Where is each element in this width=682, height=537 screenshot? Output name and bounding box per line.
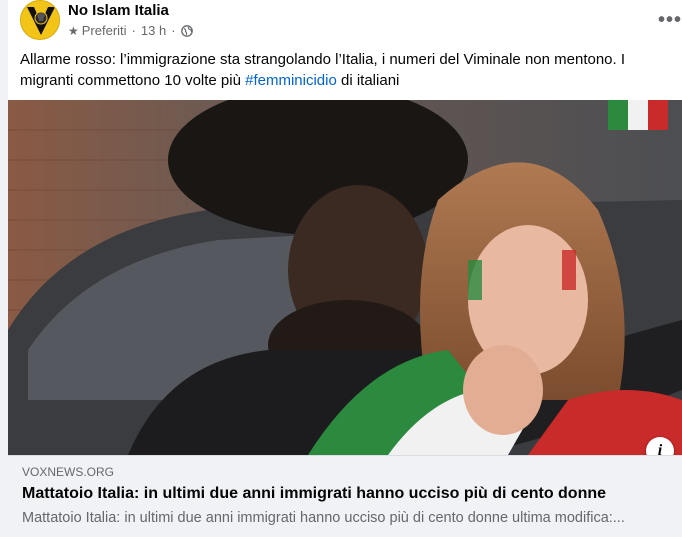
post-meta: ★ Preferiti · 13 h · [68, 23, 193, 38]
meta-separator: · [131, 23, 136, 38]
star-icon: ★ [68, 23, 79, 38]
post-time[interactable]: 13 h [141, 23, 166, 38]
link-preview[interactable]: VOXNEWS.ORG Mattatoio Italia: in ultimi … [8, 455, 682, 537]
more-options-button[interactable]: ••• [656, 6, 682, 34]
post-text: Allarme rosso: l’immigrazione sta strang… [20, 49, 670, 91]
post-header: No Islam Italia ★ Preferiti · 13 h · ••• [20, 0, 681, 44]
page-name[interactable]: No Islam Italia [68, 2, 169, 19]
link-domain: VOXNEWS.ORG [22, 465, 115, 479]
link-headline[interactable]: Mattatoio Italia: in ultimi due anni imm… [22, 485, 606, 503]
link-preview-image[interactable] [8, 100, 682, 455]
feed-post: No Islam Italia ★ Preferiti · 13 h · •••… [8, 0, 682, 537]
link-description: Mattatoio Italia: in ultimi due anni imm… [22, 510, 625, 526]
more-options-icon: ••• [657, 9, 682, 31]
page-avatar[interactable] [20, 0, 60, 40]
globe-icon[interactable] [180, 24, 193, 37]
meta-separator: · [171, 23, 176, 38]
hashtag-link[interactable]: #femminicidio [245, 72, 337, 89]
post-text-end: di italiani [336, 72, 400, 89]
favorites-label[interactable]: Preferiti [82, 23, 127, 38]
avatar-logo-icon [21, 1, 59, 39]
